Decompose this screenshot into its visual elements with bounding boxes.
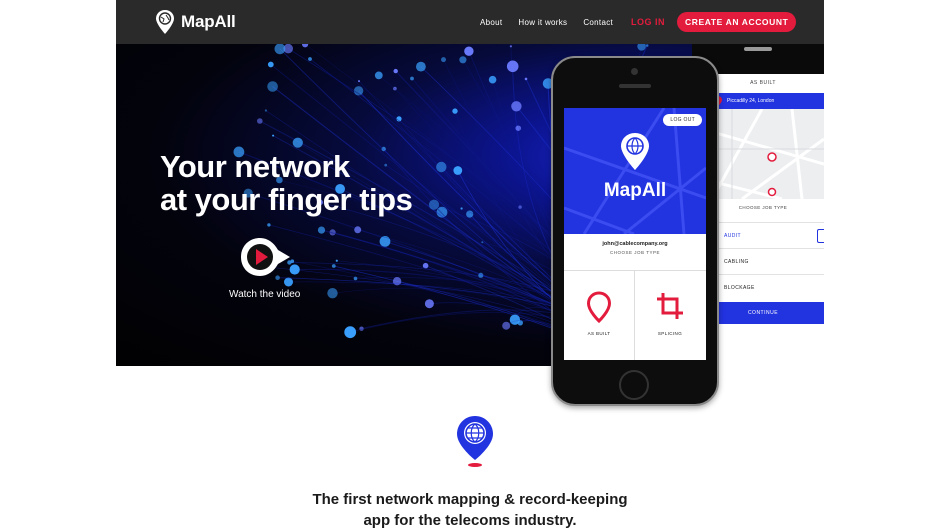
fiber-glow-dot [257,118,263,124]
nav-link-contact[interactable]: Contact [583,18,613,27]
fiber-glow-dot [459,56,467,64]
fiber-glow-dot [464,46,474,56]
phone-home-button [619,370,649,400]
create-account-button[interactable]: CREATE AN ACCOUNT [677,12,797,32]
fiber-glow-dot [308,57,312,61]
continue-button[interactable]: CONTINUE [702,302,824,324]
fiber-glow-dot [272,134,275,137]
fiber-glow-dot [358,80,360,83]
map-pin-globe-icon [156,10,174,34]
fiber-glow-dot [393,68,398,74]
job-type-grid: AS BUILT SPLICING [564,270,706,360]
fiber-glow-dot [317,226,326,234]
fiber-glow-dot [327,288,338,299]
continue-label: CONTINUE [747,310,779,316]
fiber-glow-dot [331,264,336,268]
fiber-glow-dot [302,44,309,48]
phone-screen: LOG OUT MapAll john@cablecompany.org CHO… [564,108,706,360]
hero-headline-line1: Your network [160,149,350,184]
fiber-glow-dot [452,108,458,114]
globe-pin-icon [455,414,495,473]
job-option-blockage[interactable]: BLOCKAGE [702,274,824,301]
fiber-glow-dot [344,326,357,339]
fiber-glow-dot [511,101,522,112]
fiber-glow-dot [428,199,440,210]
fiber-glow-dot [424,299,434,309]
fiber-glow-dot [354,226,362,234]
nav-links: About How it works Contact LOG IN CREATE… [480,0,797,44]
map-streets [702,109,824,199]
tagline-line1: The first network mapping & record-keepi… [312,491,628,508]
user-email: john@cablecompany.org [602,241,668,247]
job-option-audit[interactable]: AUDIT [702,222,824,249]
job-type-splicing[interactable]: SPLICING [635,271,705,360]
tagline: The first network mapping & record-keepi… [116,489,824,531]
fiber-glow-dot [264,109,267,112]
fiber-glow-dot [353,86,364,96]
job-option-label: BLOCKAGE [724,285,755,291]
fiber-glow-dot [509,45,512,48]
crop-icon [657,293,683,319]
fiber-glow-dot [645,44,649,47]
play-icon [241,238,290,276]
job-type-label: SPLICING [657,331,683,336]
nav-link-about[interactable]: About [480,18,502,27]
phone-app-header: LOG OUT MapAll [564,108,706,234]
fiber-glow-dot [267,81,278,92]
fiber-glow-dot [267,61,274,68]
tablet-header-title: AS BUILT [750,80,776,86]
watch-video-link[interactable]: Watch the video [229,289,300,300]
play-video-button[interactable] [240,236,292,285]
fiber-glow-dot [416,61,426,72]
tablet-choose-job-label: CHOOSE JOB TYPE [738,205,788,210]
fiber-glow-dot [488,75,497,84]
phone-choose-job-label: CHOOSE JOB TYPE [610,250,660,255]
brand-logo[interactable]: MapAll [155,9,236,35]
phone-mockup: LOG OUT MapAll john@cablecompany.org CHO… [551,56,719,406]
login-link[interactable]: LOG IN [631,17,665,27]
tablet-screen: AS BUILT Piccadilly 24, London CHOOSE JO… [702,74,824,366]
tablet-location-bar: Piccadilly 24, London [702,93,824,109]
fiber-glow-dot [453,166,463,175]
job-type-as-built[interactable]: AS BUILT [564,271,635,360]
fiber-glow-dot [441,57,446,63]
fiber-glow-dot [410,76,414,81]
fiber-glow-dot [460,207,463,210]
tablet-location-text: Piccadilly 24, London [727,98,775,104]
tablet-speaker [744,47,772,51]
hero-headline-line2: at your finger tips [160,182,413,217]
map-pin-globe-icon [621,133,649,170]
job-option-label: AUDIT [724,233,741,239]
fiber-glow-dot [518,205,522,209]
fiber-glow-dot [335,259,338,262]
fiber-glow-dot [292,137,303,148]
nav-link-how-it-works[interactable]: How it works [518,18,567,27]
logout-button[interactable]: LOG OUT [663,114,702,126]
fiber-glow-dot [436,161,447,173]
phone-camera [631,68,638,75]
fiber-glow-dot [506,60,519,73]
phone-brand-name: MapAll [603,180,667,201]
fiber-glow-dot [524,77,528,81]
fiber-glow-dot [502,321,511,330]
tagline-line2: app for the telecoms industry. [363,512,577,529]
fiber-glow-dot [637,44,646,51]
location-pin-icon [586,291,612,323]
fiber-glow-dot [267,223,271,227]
phone-speaker [619,84,651,88]
fiber-glow-dot [466,210,474,218]
job-type-label: AS BUILT [587,331,611,336]
job-option-label: CABLING [724,259,749,265]
fiber-glow-dot [374,71,383,80]
brand-name: MapAll [181,12,236,31]
job-option-cabling[interactable]: CABLING [702,248,824,275]
hero-headline: Your network at your finger tips [160,149,413,217]
tablet-map[interactable] [702,109,824,199]
checkbox-icon [817,229,824,243]
fiber-glow-dot [379,236,391,247]
